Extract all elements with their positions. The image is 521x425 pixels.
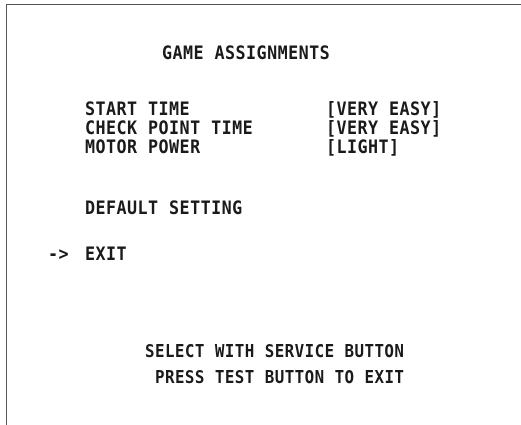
instruction-exit: PRESS TEST BUTTON TO EXIT <box>155 367 405 388</box>
default-setting-option[interactable]: DEFAULT SETTING <box>85 199 243 218</box>
motor-power-option[interactable]: MOTOR POWER <box>85 138 201 157</box>
instruction-select: SELECT WITH SERVICE BUTTON <box>145 341 405 362</box>
selection-cursor: -> <box>48 243 70 265</box>
frame-top-border <box>6 4 521 5</box>
motor-power-value: [LIGHT] <box>326 136 400 158</box>
service-menu-screen: GAME ASSIGNMENTS START TIME [VERY EASY] … <box>0 0 521 425</box>
exit-option[interactable]: EXIT <box>85 245 127 264</box>
frame-left-border <box>6 4 7 425</box>
menu-title: GAME ASSIGNMENTS <box>162 42 331 64</box>
